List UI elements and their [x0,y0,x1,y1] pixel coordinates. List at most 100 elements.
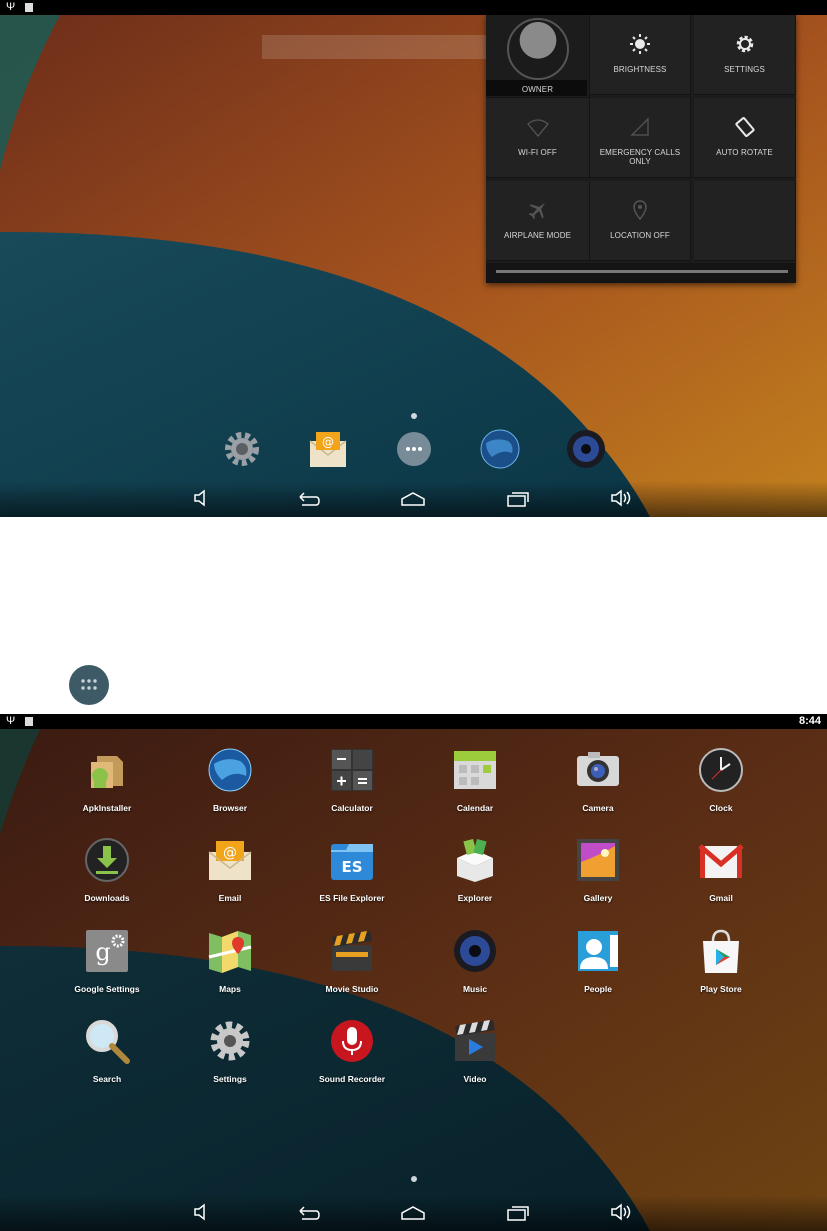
apkinstaller-icon [91,756,123,788]
downloads-icon [85,838,129,882]
signal-label: EMERGENCY CALLS ONLY [599,148,681,166]
app-search[interactable]: Search [57,1005,157,1087]
app-gmail[interactable]: Gmail [671,824,771,906]
status-bar: Ψ [0,0,827,15]
app-play-store[interactable]: Play Store [671,915,771,997]
page-indicator [411,1176,417,1182]
search-icon [86,1020,130,1064]
music-icon [567,430,605,468]
location-icon [633,200,647,221]
wifi-off-icon [526,119,549,138]
app-drawer-screen: Ψ 8:44 ApkInstaller Browser Calculator C… [0,714,827,1231]
gmail-icon [698,844,744,878]
calculator-icon [331,749,373,791]
app-apkinstaller[interactable]: ApkInstaller [57,734,157,816]
location-label: LOCATION OFF [610,231,670,240]
brightness-tile[interactable]: BRIGHTNESS [590,15,691,95]
back-button[interactable] [296,1201,322,1223]
recent-apps-button[interactable] [505,1201,531,1223]
music-icon [454,930,496,972]
back-button[interactable] [296,487,322,509]
volume-up-button[interactable] [609,1201,635,1223]
app-downloads[interactable]: Downloads [57,824,157,906]
hotseat: @ [0,427,827,475]
owner-avatar [507,18,569,80]
status-time: 8:44 [798,715,821,727]
usb-icon: Ψ [6,715,16,727]
all-apps-icon [69,665,109,705]
movie-studio-icon [332,931,372,971]
explorer-icon [457,838,493,882]
rotate-icon [734,117,755,137]
sd-card-icon [25,717,33,726]
volume-up-button[interactable] [609,487,635,509]
video-icon [455,1020,495,1061]
app-gallery[interactable]: Gallery [548,824,648,906]
app-music[interactable]: Music [425,915,525,997]
search-bar[interactable] [262,35,492,59]
quick-settings-panel: OWNER BRIGHTNESS SETTINGS WI-FI OFF EMER… [486,15,796,283]
recent-apps-icon [507,1206,529,1221]
rotate-label: AUTO ROTATE [716,148,773,157]
home-icon [401,1206,425,1220]
app-people[interactable]: People [548,915,648,997]
google-settings-icon: g [86,930,128,972]
app-explorer[interactable]: Explorer [425,824,525,906]
app-calculator[interactable]: Calculator [302,734,402,816]
volume-down-button[interactable] [191,1201,217,1223]
app-es-file-explorer[interactable]: ES ES File Explorer [302,824,402,906]
volume-down-button[interactable] [191,487,217,509]
svg-text:g: g [95,938,110,966]
wifi-tile[interactable]: WI-FI OFF [486,98,590,178]
owner-tile[interactable]: OWNER [486,15,590,98]
home-button[interactable] [400,487,426,509]
empty-tile [694,181,796,261]
browser-icon [480,429,520,469]
app-calendar[interactable]: Calendar [425,734,525,816]
volume-down-icon [194,1203,205,1221]
app-sound-recorder[interactable]: Sound Recorder [302,1005,402,1087]
page-indicator [411,413,417,419]
settings-icon [210,1021,250,1061]
app-google-settings[interactable]: g Google Settings [57,915,157,997]
home-screen: Ψ OWNER BRIGHTNESS SETTINGS WI-FI OFF EM… [0,0,827,517]
all-apps-launcher[interactable] [68,664,110,706]
volume-down-icon [194,489,205,507]
usb-icon: Ψ [6,1,16,13]
back-icon [299,1206,320,1220]
app-movie-studio[interactable]: Movie Studio [302,915,402,997]
app-clock[interactable]: Clock [671,734,771,816]
sound-recorder-icon [331,1020,373,1062]
camera-icon [577,752,619,786]
app-settings[interactable]: Settings [180,1005,280,1087]
app-email[interactable]: @ Email [180,824,280,906]
app-browser[interactable]: Browser [180,734,280,816]
gear-icon [736,35,753,53]
volume-up-icon [611,1203,631,1221]
location-tile[interactable]: LOCATION OFF [590,181,691,261]
brightness-label: BRIGHTNESS [613,65,667,74]
svg-text:ES: ES [341,858,362,876]
hotseat-music[interactable] [564,427,608,471]
hotseat-email[interactable]: @ [306,427,350,471]
es-file-explorer-icon: ES [331,844,373,880]
status-bar: Ψ 8:44 [0,714,827,729]
settings-tile[interactable]: SETTINGS [694,15,796,95]
hotseat-settings[interactable] [220,427,264,471]
rotate-tile[interactable]: AUTO ROTATE [694,98,796,178]
gallery-icon [577,839,619,881]
app-maps[interactable]: Maps [180,915,280,997]
signal-tile[interactable]: EMERGENCY CALLS ONLY [590,98,691,178]
recent-apps-button[interactable] [505,487,531,509]
brightness-slider[interactable] [496,270,788,273]
airplane-label: AIRPLANE MODE [503,231,572,240]
app-camera[interactable]: Camera [548,734,648,816]
airplane-icon [528,202,545,220]
home-button[interactable] [400,1201,426,1223]
app-video[interactable]: Video [425,1005,525,1087]
hotseat-browser[interactable] [478,427,522,471]
airplane-tile[interactable]: AIRPLANE MODE [486,181,590,261]
browser-icon [208,748,252,792]
hotseat-all-apps[interactable] [392,427,436,471]
email-icon: @ [309,432,347,467]
